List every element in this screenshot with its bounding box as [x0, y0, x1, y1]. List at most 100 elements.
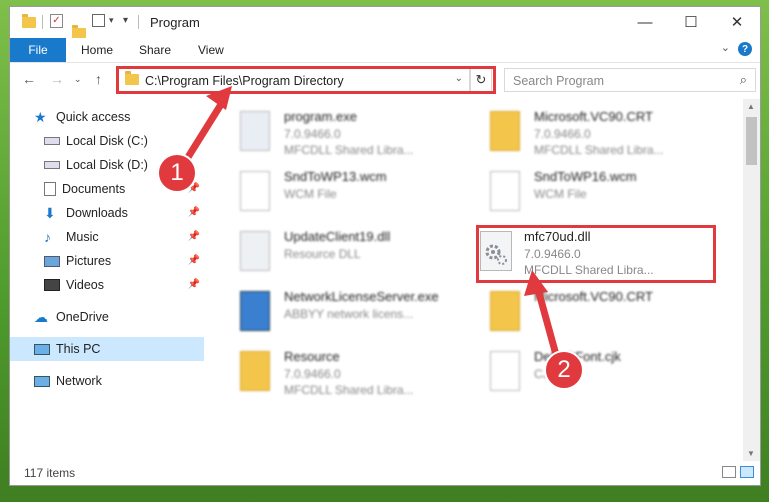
large-icons-view-icon[interactable] — [740, 466, 754, 478]
maximize-button[interactable]: ☐ — [668, 7, 714, 37]
divider — [138, 15, 139, 29]
sidebar-item-label: Quick access — [56, 110, 131, 124]
sidebar-item-pictures[interactable]: Pictures 📌 — [10, 249, 204, 273]
forward-arrow-icon[interactable]: → — [50, 71, 64, 87]
list-item[interactable]: DefaultFont.cjk CJK — [476, 345, 716, 401]
music-icon: ♪ — [44, 229, 51, 245]
details-view-icon[interactable] — [722, 466, 736, 478]
sidebar-item-label: Downloads — [66, 206, 128, 220]
folder-icon — [490, 111, 520, 151]
minimize-button[interactable]: — — [622, 7, 668, 37]
pin-icon[interactable]: 📌 — [188, 255, 200, 266]
help-icon[interactable]: ? — [738, 42, 752, 56]
folder-icon — [490, 291, 520, 331]
sidebar-item-label: Music — [66, 230, 99, 244]
search-icon[interactable]: ⌕ — [740, 72, 747, 88]
file-name: SndToWP16.wcm — [534, 169, 637, 184]
back-arrow-icon[interactable]: ← — [22, 71, 36, 87]
pictures-icon — [44, 255, 60, 267]
drive-icon — [44, 161, 60, 169]
status-bar: 117 items — [10, 461, 760, 485]
pin-icon[interactable]: 📌 — [188, 231, 200, 242]
tab-share[interactable]: Share — [139, 43, 171, 57]
list-item[interactable]: SndToWP16.wcm WCM File — [476, 165, 716, 221]
cloud-icon: ☁ — [34, 309, 48, 325]
pin-icon[interactable]: 📌 — [188, 207, 200, 218]
file-description: MFCDLL Shared Libra... — [284, 143, 414, 157]
search-input[interactable]: Search Program ⌕ — [504, 68, 756, 92]
sidebar-item-label: Pictures — [66, 254, 112, 268]
folder-icon — [240, 351, 270, 391]
pc-icon — [34, 343, 50, 355]
window-title: Program — [150, 15, 200, 30]
step-badge-1: 1 — [157, 153, 197, 193]
step-badge-2: 2 — [544, 350, 584, 390]
recent-locations-icon[interactable]: ⌄ — [74, 74, 82, 85]
tab-home[interactable]: Home — [81, 43, 113, 57]
sidebar-item-label: Local Disk (C:) — [66, 134, 148, 148]
sidebar-item-onedrive[interactable]: ☁ OneDrive — [10, 305, 204, 329]
explorer-window: ✓ ▾ ▾ Program — ☐ ✕ File Home Share View… — [9, 6, 761, 486]
network-icon — [34, 375, 50, 387]
document-file-icon — [490, 351, 520, 391]
document-file-icon — [240, 171, 270, 211]
divider — [42, 15, 43, 29]
quick-access-toolbar-dropdown-icon[interactable]: ▾ — [123, 15, 128, 26]
sidebar-item-label: Videos — [66, 278, 104, 292]
expand-ribbon-icon[interactable]: ⌄ — [721, 41, 730, 54]
item-count: 117 items — [24, 466, 76, 480]
file-version: 7.0.9466.0 — [534, 127, 591, 141]
title-bar: ✓ ▾ ▾ Program — ☐ ✕ — [10, 7, 760, 39]
sidebar-item-local-disk-c[interactable]: Local Disk (C:) — [10, 129, 204, 153]
sidebar-item-label: Network — [56, 374, 102, 388]
file-description: MFCDLL Shared Libra... — [284, 383, 414, 397]
videos-icon — [44, 279, 60, 291]
list-item[interactable]: NetworkLicenseServer.exe ABBYY network l… — [226, 285, 466, 341]
file-name: Microsoft.VC90.CRT — [534, 289, 653, 304]
file-name: UpdateClient19.dll — [284, 229, 391, 244]
close-button[interactable]: ✕ — [714, 7, 760, 37]
navigation-bar: ← → ⌄ ↑ C:\Program Files\Program Directo… — [10, 63, 760, 97]
sidebar-item-label: Local Disk (D:) — [66, 158, 148, 172]
sidebar-item-this-pc[interactable]: This PC — [10, 337, 204, 361]
star-icon: ★ — [34, 109, 47, 125]
document-file-icon — [490, 171, 520, 211]
search-placeholder: Search Program — [513, 74, 605, 88]
customize-icon[interactable] — [92, 14, 105, 27]
list-item[interactable]: program.exe 7.0.9466.0 MFCDLL Shared Lib… — [226, 105, 466, 161]
list-item[interactable]: SndToWP13.wcm WCM File — [226, 165, 466, 221]
properties-icon[interactable]: ✓ — [50, 14, 63, 28]
vertical-scrollbar[interactable]: ▲ ▼ — [743, 99, 760, 461]
list-item[interactable]: Microsoft.VC90.CRT — [476, 285, 716, 341]
exe-file-icon — [240, 291, 270, 331]
drive-icon — [44, 137, 60, 145]
pin-icon[interactable]: 📌 — [188, 279, 200, 290]
file-name: Resource — [284, 349, 340, 364]
sidebar-item-quick-access[interactable]: ★ Quick access — [10, 105, 204, 129]
list-item[interactable]: Microsoft.VC90.CRT 7.0.9466.0 MFCDLL Sha… — [476, 105, 716, 161]
chevron-down-icon[interactable]: ▾ — [109, 15, 114, 26]
exe-file-icon — [240, 111, 270, 151]
list-item[interactable]: UpdateClient19.dll Resource DLL — [226, 225, 466, 281]
file-type: WCM File — [534, 187, 587, 201]
file-name: Microsoft.VC90.CRT — [534, 109, 653, 124]
sidebar-item-label: This PC — [56, 342, 101, 356]
up-arrow-icon[interactable]: ↑ — [95, 71, 102, 87]
file-description: ABBYY network licens... — [284, 307, 414, 321]
file-type: WCM File — [284, 187, 337, 201]
tab-view[interactable]: View — [198, 43, 224, 57]
sidebar-item-label: Documents — [62, 182, 126, 196]
list-item[interactable]: Resource 7.0.9466.0 MFCDLL Shared Libra.… — [226, 345, 466, 401]
file-name: NetworkLicenseServer.exe — [284, 289, 439, 304]
sidebar-item-network[interactable]: Network — [10, 369, 204, 393]
file-version: 7.0.9466.0 — [284, 367, 341, 381]
file-description: MFCDLL Shared Libra... — [534, 143, 664, 157]
sidebar-item-downloads[interactable]: ⬇ Downloads 📌 — [10, 201, 204, 225]
sidebar-item-music[interactable]: ♪ Music 📌 — [10, 225, 204, 249]
tab-file[interactable]: File — [10, 38, 66, 62]
file-name: program.exe — [284, 109, 357, 124]
sidebar-item-videos[interactable]: Videos 📌 — [10, 273, 204, 297]
scroll-down-icon[interactable]: ▼ — [747, 449, 755, 458]
scroll-up-icon[interactable]: ▲ — [747, 102, 755, 111]
scroll-thumb[interactable] — [746, 117, 757, 165]
